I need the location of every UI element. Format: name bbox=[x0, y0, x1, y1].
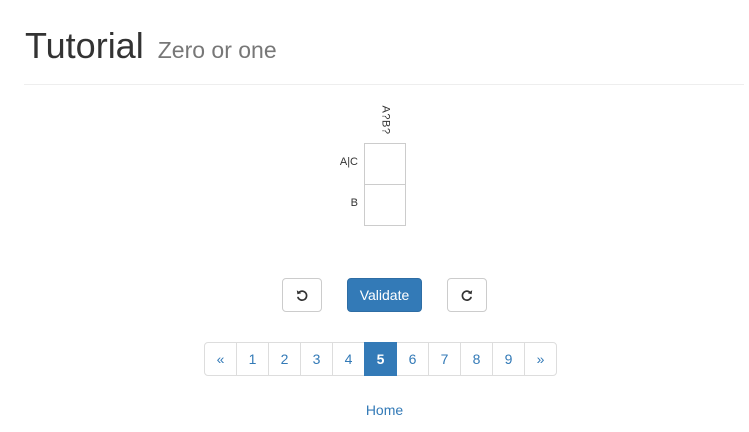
page-next-link[interactable]: » bbox=[524, 342, 557, 376]
redo-button[interactable] bbox=[447, 278, 487, 312]
column-header: A?B? bbox=[365, 105, 405, 140]
page-link-2[interactable]: 2 bbox=[268, 342, 301, 376]
page-link-7[interactable]: 7 bbox=[428, 342, 461, 376]
undo-button[interactable] bbox=[282, 278, 322, 312]
title-text: Tutorial bbox=[25, 25, 144, 66]
undo-icon bbox=[295, 288, 309, 302]
page-link-1[interactable]: 1 bbox=[236, 342, 269, 376]
row-label: B bbox=[350, 197, 358, 209]
home-link[interactable]: Home bbox=[366, 402, 403, 418]
grid-cell[interactable] bbox=[364, 143, 406, 185]
column-header-label: A?B? bbox=[378, 105, 391, 135]
redo-icon bbox=[460, 288, 474, 302]
page-link-4[interactable]: 4 bbox=[332, 342, 365, 376]
page: Tutorial Zero or one A?B? A|C B Validate… bbox=[0, 0, 749, 432]
page-subtitle: Zero or one bbox=[157, 37, 277, 63]
page-link-6[interactable]: 6 bbox=[396, 342, 429, 376]
page-link-3[interactable]: 3 bbox=[300, 342, 333, 376]
page-link-9[interactable]: 9 bbox=[492, 342, 525, 376]
page-header: Tutorial Zero or one bbox=[24, 24, 744, 85]
page-title: Tutorial Zero or one bbox=[25, 26, 277, 70]
grid-cell[interactable] bbox=[364, 184, 406, 226]
row-label: A|C bbox=[339, 156, 358, 168]
page-link-8[interactable]: 8 bbox=[460, 342, 493, 376]
validate-button[interactable]: Validate bbox=[347, 278, 422, 312]
pagination: « 1 2 3 4 5 6 7 8 9 » bbox=[204, 342, 557, 376]
page-link-5-active[interactable]: 5 bbox=[364, 342, 397, 376]
footer: Home bbox=[0, 402, 749, 420]
page-prev-link[interactable]: « bbox=[204, 342, 237, 376]
